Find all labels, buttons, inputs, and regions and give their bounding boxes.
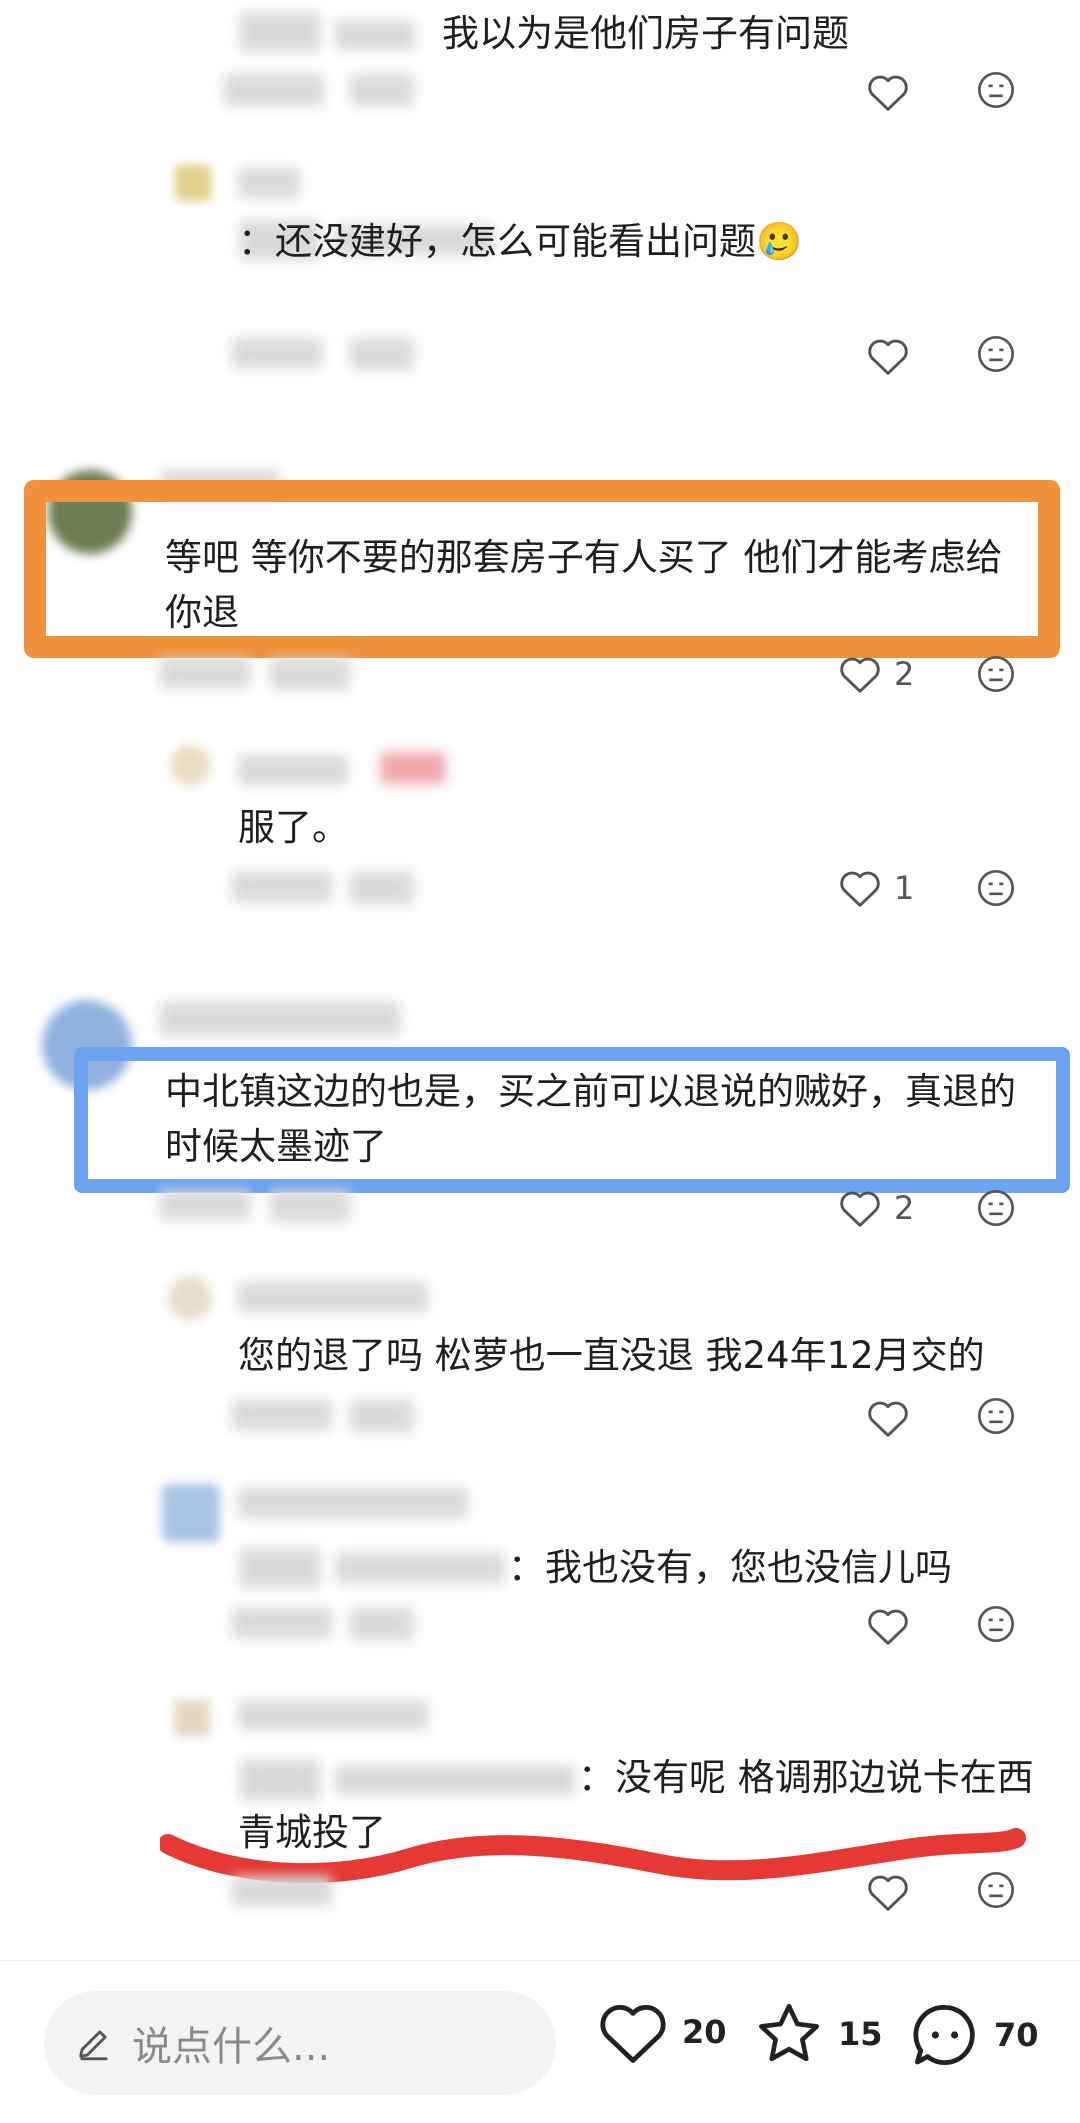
favorite-button[interactable]: 15: [752, 1999, 883, 2069]
heart-icon: [868, 1875, 908, 1911]
comments-button[interactable]: 70: [908, 1999, 1039, 2071]
like-button[interactable]: [866, 72, 910, 112]
avatar: [175, 165, 211, 201]
comment-input[interactable]: 说点什么...: [44, 1991, 556, 2095]
dislike-button[interactable]: [976, 1604, 1016, 1644]
comment-input-placeholder: 说点什么...: [132, 2024, 331, 2070]
dislike-face-icon: [978, 336, 1014, 372]
like-button[interactable]: [866, 1398, 910, 1438]
dislike-face-icon: [978, 1398, 1014, 1434]
comment-count: 70: [994, 2016, 1039, 2054]
star-icon: [758, 2003, 820, 2062]
dislike-button[interactable]: [976, 868, 1016, 908]
like-count: 2: [894, 655, 915, 693]
dislike-button[interactable]: [976, 70, 1016, 110]
like-button[interactable]: [866, 1872, 910, 1912]
heart-icon: [868, 75, 908, 111]
dislike-face-icon: [978, 870, 1014, 906]
dislike-button[interactable]: [976, 1396, 1016, 1436]
chat-bubble-icon: [913, 2004, 975, 2065]
comment-text: 等吧 等你不要的那套房子有人买了 他们才能考虑给你退: [165, 536, 1003, 634]
comment-text: ：我也没有，您也没信儿吗: [508, 1546, 952, 1589]
comment-text: 您的退了吗 松萝也一直没退 我24年12月交的: [238, 1334, 985, 1377]
dislike-face-icon: [978, 1872, 1014, 1908]
like-count: 1: [894, 869, 915, 907]
dislike-face-icon: [978, 1190, 1014, 1226]
comment-text: 中北镇这边的也是，买之前可以退说的贼好，真退的时候太墨迹了: [165, 1070, 1016, 1168]
comment-text: 我以为是他们房子有问题: [442, 12, 849, 55]
heart-icon: [868, 339, 908, 375]
avatar: [162, 1484, 220, 1542]
dislike-face-icon: [978, 1606, 1014, 1642]
dislike-button[interactable]: [976, 1870, 1016, 1910]
like-button[interactable]: 2: [838, 1188, 914, 1228]
like-button[interactable]: 2: [838, 654, 914, 694]
like-button[interactable]: 1: [838, 868, 914, 908]
heart-icon: [840, 871, 880, 907]
dislike-button[interactable]: [976, 654, 1016, 694]
dislike-button[interactable]: [976, 1188, 1016, 1228]
dislike-face-icon: [978, 72, 1014, 108]
heart-icon: [840, 1191, 880, 1227]
dislike-button[interactable]: [976, 334, 1016, 374]
favorite-count: 15: [838, 2015, 883, 2053]
like-button[interactable]: [866, 336, 910, 376]
like-button[interactable]: [866, 1606, 910, 1646]
like-count: 2: [894, 1189, 915, 1227]
comment-text: ：还没建好，怎么可能看出问题🥲: [238, 220, 803, 263]
heart-icon: [868, 1401, 908, 1437]
bottom-action-bar: 说点什么... 20 15 70: [0, 1960, 1080, 2123]
avatar: [174, 1700, 210, 1736]
avatar: [170, 745, 210, 785]
heart-icon: [840, 657, 880, 693]
dislike-face-icon: [978, 656, 1014, 692]
pencil-icon: [79, 2030, 108, 2061]
like-post-count: 20: [682, 2013, 727, 2051]
like-post-button[interactable]: 20: [596, 1999, 727, 2065]
avatar: [168, 1276, 212, 1320]
heart-icon: [868, 1609, 908, 1645]
comment-text: 服了。: [238, 806, 349, 849]
heart-icon: [600, 2005, 666, 2063]
